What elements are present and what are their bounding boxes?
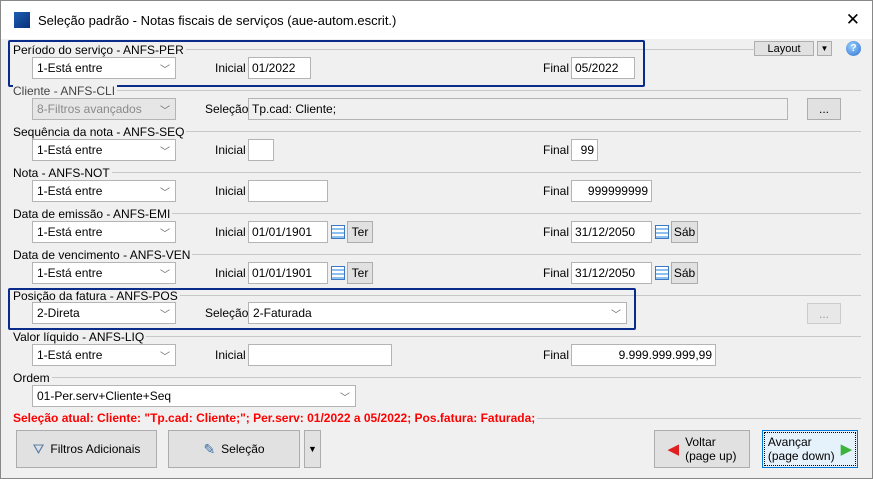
title-bar: Seleção padrão - Notas fiscais de serviç… bbox=[1, 1, 872, 39]
emissao-operator-select[interactable]: 1-Está entre ﹀ bbox=[32, 221, 176, 243]
help-icon[interactable]: ? bbox=[846, 41, 861, 56]
cliente-operator-select[interactable]: 8-Filtros avançados ﹀ bbox=[32, 98, 176, 120]
selected-value: 1-Está entre bbox=[37, 266, 103, 280]
emissao-inicial-input[interactable]: 01/01/1901 bbox=[248, 221, 328, 243]
final-label: Final bbox=[543, 348, 572, 362]
sequencia-inicial-input[interactable] bbox=[248, 139, 274, 161]
selected-value: 1-Está entre bbox=[37, 143, 103, 157]
voltar-shortcut: (page up) bbox=[685, 449, 737, 463]
selecao-label: Seleção bbox=[205, 102, 251, 116]
layout-button[interactable]: Layout bbox=[754, 41, 814, 56]
cliente-label: Cliente - ANFS-CLI bbox=[13, 84, 118, 98]
divider bbox=[500, 418, 861, 419]
final-label: Final bbox=[543, 184, 572, 198]
divider bbox=[160, 131, 861, 132]
chevron-down-icon: ﹀ bbox=[160, 228, 170, 240]
vencimento-final-day-button[interactable]: Sáb bbox=[671, 262, 698, 284]
calendar-icon[interactable] bbox=[655, 266, 669, 280]
valor-inicial-input[interactable] bbox=[248, 344, 392, 366]
valor-operator-select[interactable]: 1-Está entre ﹀ bbox=[32, 344, 176, 366]
divider bbox=[110, 90, 861, 91]
vencimento-operator-select[interactable]: 1-Está entre ﹀ bbox=[32, 262, 176, 284]
sequencia-label: Sequência da nota - ANFS-SEQ bbox=[13, 125, 187, 139]
voltar-button[interactable]: ◀ Voltar (page up) bbox=[654, 430, 750, 468]
divider bbox=[160, 213, 861, 214]
avancar-shortcut: (page down) bbox=[767, 449, 835, 463]
inicial-label: Inicial bbox=[215, 143, 248, 157]
filtros-adicionais-button[interactable]: ⛛ Filtros Adicionais bbox=[16, 430, 157, 468]
posicao-more-button[interactable]: ... bbox=[807, 303, 841, 324]
inicial-label: Inicial bbox=[215, 225, 248, 239]
sequencia-final-input[interactable]: 99 bbox=[571, 139, 598, 161]
chevron-down-icon: ﹀ bbox=[160, 351, 170, 363]
emissao-label: Data de emissão - ANFS-EMI bbox=[13, 207, 173, 221]
vencimento-inicial-input[interactable]: 01/01/1901 bbox=[248, 262, 328, 284]
divider bbox=[110, 172, 861, 173]
emissao-inicial-day-button[interactable]: Ter bbox=[347, 221, 373, 243]
emissao-final-day-button[interactable]: Sáb bbox=[671, 221, 698, 243]
nota-operator-select[interactable]: 1-Está entre ﹀ bbox=[32, 180, 176, 202]
button-label: Filtros Adicionais bbox=[50, 442, 141, 456]
calendar-icon[interactable] bbox=[655, 225, 669, 239]
divider bbox=[170, 254, 861, 255]
inicial-label: Inicial bbox=[215, 184, 248, 198]
selected-value: 1-Está entre bbox=[37, 184, 103, 198]
selected-value: 01-Per.serv+Cliente+Seq bbox=[37, 389, 172, 403]
nota-label: Nota - ANFS-NOT bbox=[13, 166, 112, 180]
chevron-down-icon: ﹀ bbox=[160, 269, 170, 281]
cliente-selecao-input[interactable]: Tp.cad: Cliente; bbox=[248, 98, 788, 120]
status-text: Seleção atual: Cliente: "Tp.cad: Cliente… bbox=[13, 411, 538, 425]
sequencia-operator-select[interactable]: 1-Está entre ﹀ bbox=[32, 139, 176, 161]
vencimento-label: Data de vencimento - ANFS-VEN bbox=[13, 248, 193, 262]
voltar-label: Voltar bbox=[685, 435, 716, 449]
selecao-dropdown-button[interactable]: ▼ bbox=[304, 430, 321, 468]
chevron-down-icon: ﹀ bbox=[160, 105, 170, 117]
final-label: Final bbox=[543, 266, 572, 280]
chevron-down-icon: ﹀ bbox=[160, 187, 170, 199]
vencimento-inicial-day-button[interactable]: Ter bbox=[347, 262, 373, 284]
layout-dropdown-button[interactable]: ▼ bbox=[817, 41, 832, 56]
funnel-icon: ⛛ bbox=[32, 440, 45, 457]
emissao-final-input[interactable]: 31/12/2050 bbox=[571, 221, 652, 243]
button-label: Voltar (page up) bbox=[685, 435, 736, 463]
inicial-label: Inicial bbox=[215, 266, 248, 280]
nota-final-input[interactable]: 999999999 bbox=[571, 180, 652, 202]
selecao-button[interactable]: ✎ Seleção bbox=[168, 430, 300, 468]
final-label: Final bbox=[543, 143, 572, 157]
selected-value: 1-Está entre bbox=[37, 225, 103, 239]
window-title: Seleção padrão - Notas fiscais de serviç… bbox=[38, 12, 397, 28]
ordem-label: Ordem bbox=[13, 371, 52, 385]
divider bbox=[50, 377, 861, 378]
button-label: Avançar (page down) bbox=[768, 435, 835, 463]
app-icon bbox=[14, 12, 30, 28]
calendar-icon[interactable] bbox=[331, 266, 345, 280]
inicial-label: Inicial bbox=[215, 348, 248, 362]
valor-final-input[interactable]: 9.999.999.999,99 bbox=[571, 344, 716, 366]
chevron-down-icon: ﹀ bbox=[160, 146, 170, 158]
arrow-left-icon: ◀ bbox=[667, 441, 680, 458]
selected-value: 1-Está entre bbox=[37, 348, 103, 362]
avancar-label: Avançar bbox=[767, 435, 812, 449]
arrow-right-icon: ▶ bbox=[840, 441, 853, 458]
avancar-button[interactable]: Avançar (page down) ▶ bbox=[762, 430, 858, 468]
cliente-more-button[interactable]: ... bbox=[807, 98, 841, 120]
edit-note-icon: ✎ bbox=[203, 440, 216, 457]
final-label: Final bbox=[543, 225, 572, 239]
nota-inicial-input[interactable] bbox=[248, 180, 328, 202]
valor-label: Valor líquido - ANFS-LIQ bbox=[13, 330, 147, 344]
chevron-down-icon: ﹀ bbox=[340, 392, 350, 404]
highlight-box bbox=[8, 40, 645, 87]
highlight-box bbox=[8, 288, 636, 330]
calendar-icon[interactable] bbox=[331, 225, 345, 239]
button-label: Seleção bbox=[221, 442, 265, 456]
vencimento-final-input[interactable]: 31/12/2050 bbox=[571, 262, 652, 284]
close-button[interactable]: ✕ bbox=[846, 10, 860, 30]
divider bbox=[140, 336, 861, 337]
ordem-select[interactable]: 01-Per.serv+Cliente+Seq ﹀ bbox=[32, 385, 356, 407]
selected-value: 8-Filtros avançados bbox=[37, 102, 142, 116]
